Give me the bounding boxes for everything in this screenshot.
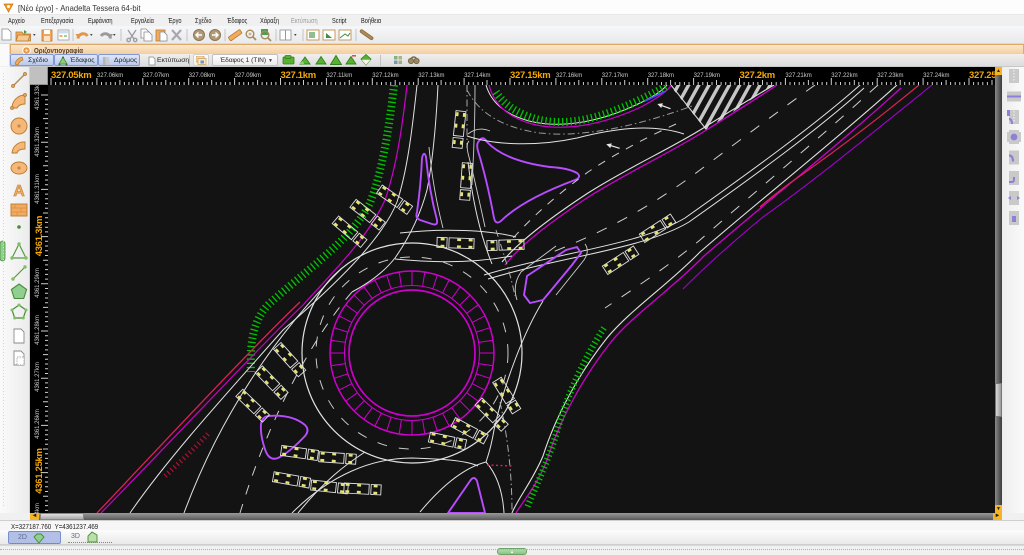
svg-text:327.12km: 327.12km (372, 73, 398, 79)
svg-text:327.06km: 327.06km (97, 73, 123, 79)
svg-text:327.08km: 327.08km (189, 73, 215, 79)
svg-text:A: A (13, 183, 25, 200)
svg-text:327.16km: 327.16km (556, 73, 582, 79)
svg-text:327.09km: 327.09km (235, 73, 261, 79)
svg-text:4361.26km: 4361.26km (35, 409, 41, 439)
svg-text:327.14km: 327.14km (464, 73, 490, 79)
svg-text:4361.33km: 4361.33km (35, 85, 41, 110)
svg-text:327.22km: 327.22km (831, 73, 857, 79)
svg-text:327.24km: 327.24km (923, 73, 949, 79)
svg-text:327.2km: 327.2km (740, 70, 775, 81)
svg-text:4361.3km: 4361.3km (34, 216, 45, 256)
svg-text:327.13km: 327.13km (418, 73, 444, 79)
svg-text:327.07km: 327.07km (143, 73, 169, 79)
svg-text:4361.25km: 4361.25km (34, 448, 45, 493)
svg-text:327.05km: 327.05km (51, 70, 91, 81)
svg-text:4361.28km: 4361.28km (35, 315, 41, 345)
svg-text:327.19km: 327.19km (694, 73, 720, 79)
svg-text:4361.24km: 4361.24km (35, 503, 41, 513)
svg-text:4361.29km: 4361.29km (35, 268, 41, 298)
svg-text:327.21km: 327.21km (785, 73, 811, 79)
svg-text:327.18km: 327.18km (648, 73, 674, 79)
svg-text:327.17km: 327.17km (602, 73, 628, 79)
svg-text:327.11km: 327.11km (326, 73, 352, 79)
svg-text:4361.27km: 4361.27km (35, 362, 41, 392)
svg-text:4361.32km: 4361.32km (35, 127, 41, 157)
svg-text:327.23km: 327.23km (877, 73, 903, 79)
svg-text:327.15km: 327.15km (510, 70, 550, 81)
svg-text:4361.31km: 4361.31km (35, 174, 41, 204)
svg-text:327.1km: 327.1km (281, 70, 316, 81)
svg-text:327.25km: 327.25km (969, 70, 995, 81)
